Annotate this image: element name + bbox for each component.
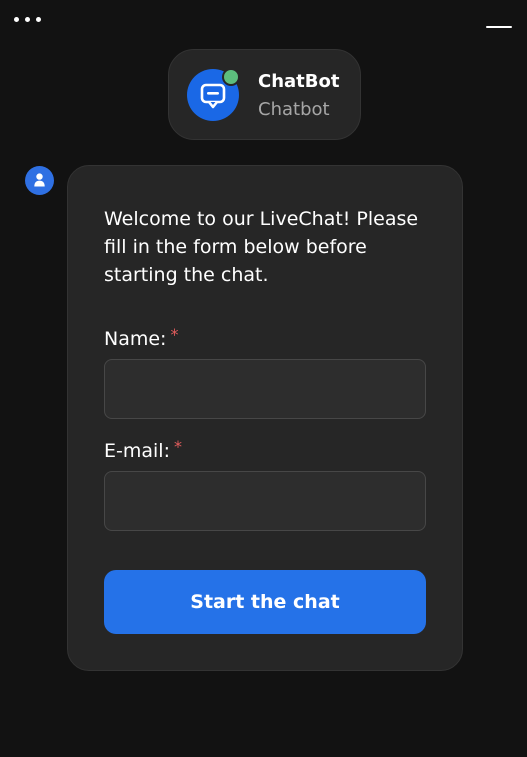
name-label: Name: * — [104, 325, 178, 350]
email-input[interactable] — [104, 471, 426, 531]
name-label-text: Name: — [104, 328, 167, 350]
online-status-indicator — [222, 68, 240, 86]
agent-role: Chatbot — [258, 99, 330, 120]
more-options-icon[interactable] — [14, 14, 48, 24]
email-label-text: E-mail: — [104, 440, 170, 462]
menu-dot — [36, 16, 41, 22]
agent-name: ChatBot — [258, 71, 340, 92]
menu-dot — [25, 16, 30, 22]
email-label: E-mail: * — [104, 437, 182, 462]
welcome-message: Welcome to our LiveChat! Please fill in … — [104, 208, 419, 286]
required-asterisk: * — [173, 437, 182, 456]
pre-chat-form-card: Welcome to our LiveChat! Please fill in … — [67, 165, 463, 671]
agent-header: ChatBot Chatbot — [168, 49, 361, 140]
start-chat-button[interactable]: Start the chat — [104, 570, 426, 634]
chat-widget: ChatBot Chatbot Welcome to our LiveChat!… — [0, 0, 527, 757]
minimize-icon[interactable] — [484, 17, 514, 33]
name-input[interactable] — [104, 359, 426, 419]
user-icon — [34, 173, 45, 187]
required-asterisk: * — [170, 325, 179, 344]
message-author-avatar — [25, 166, 54, 195]
chat-bubble-icon — [200, 83, 226, 109]
menu-dot — [14, 16, 19, 22]
